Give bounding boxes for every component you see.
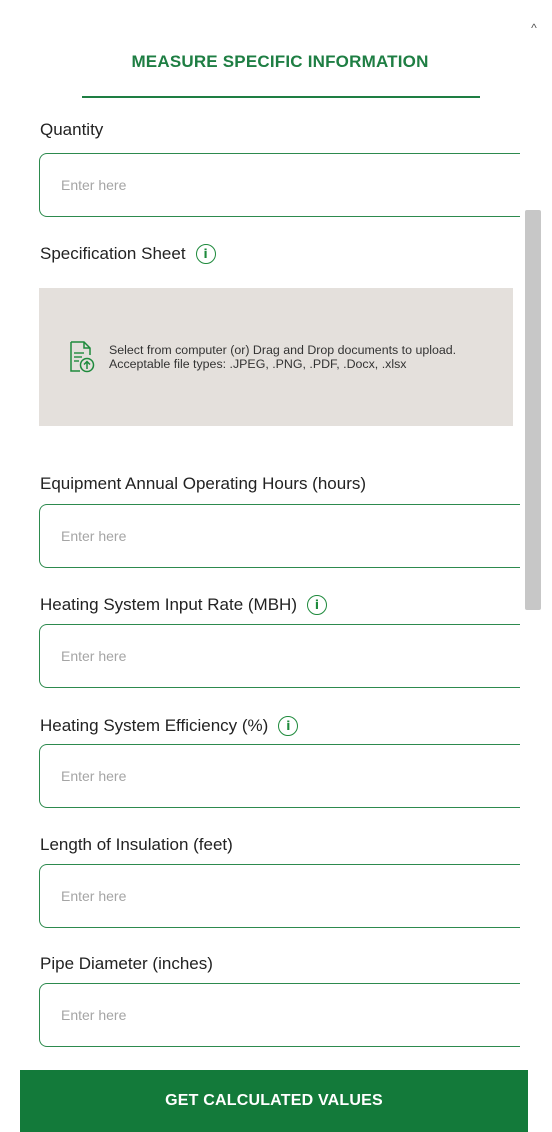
get-calculated-values-button[interactable]: GET CALCULATED VALUES: [20, 1070, 528, 1132]
file-upload-dropzone[interactable]: Select from computer (or) Drag and Drop …: [39, 288, 513, 426]
section-divider: [82, 96, 480, 98]
scrollbar-thumb[interactable]: [525, 210, 541, 610]
input-rate-label: Heating System Input Rate (MBH) i: [40, 595, 327, 615]
upload-instructions: Select from computer (or) Drag and Drop …: [109, 343, 457, 371]
operating-hours-label-text: Equipment Annual Operating Hours (hours): [40, 474, 367, 493]
specification-sheet-label: Specification Sheet i: [40, 244, 216, 264]
pipe-diameter-input[interactable]: [39, 983, 529, 1047]
input-rate-input[interactable]: [39, 624, 529, 688]
quantity-label: Quantity: [40, 120, 103, 140]
insulation-length-input[interactable]: [39, 864, 529, 928]
operating-hours-label: Equipment Annual Operating Hours (hours): [40, 474, 366, 494]
scroll-up-arrow-icon[interactable]: ^: [527, 22, 541, 34]
specification-sheet-label-text: Specification Sheet: [40, 244, 186, 263]
info-icon[interactable]: i: [306, 595, 327, 615]
operating-hours-input[interactable]: [39, 504, 529, 568]
insulation-length-label-text: Length of Insulation (feet): [40, 835, 233, 854]
document-upload-icon: [70, 341, 95, 373]
efficiency-label: Heating System Efficiency (%) i: [40, 716, 299, 736]
quantity-input[interactable]: [39, 153, 529, 217]
measure-info-panel: MEASURE SPECIFIC INFORMATION Quantity Sp…: [0, 0, 552, 1132]
input-rate-label-text: Heating System Input Rate (MBH): [40, 595, 297, 614]
scrollbar[interactable]: ^: [520, 0, 552, 1070]
info-icon[interactable]: i: [195, 244, 216, 264]
pipe-diameter-label: Pipe Diameter (inches): [40, 954, 213, 974]
efficiency-label-text: Heating System Efficiency (%): [40, 716, 269, 735]
section-title: MEASURE SPECIFIC INFORMATION: [131, 52, 429, 71]
insulation-length-label: Length of Insulation (feet): [40, 835, 233, 855]
quantity-label-text: Quantity: [40, 120, 104, 139]
pipe-diameter-label-text: Pipe Diameter (inches): [40, 954, 213, 973]
info-icon[interactable]: i: [278, 716, 299, 736]
efficiency-input[interactable]: [39, 744, 529, 808]
